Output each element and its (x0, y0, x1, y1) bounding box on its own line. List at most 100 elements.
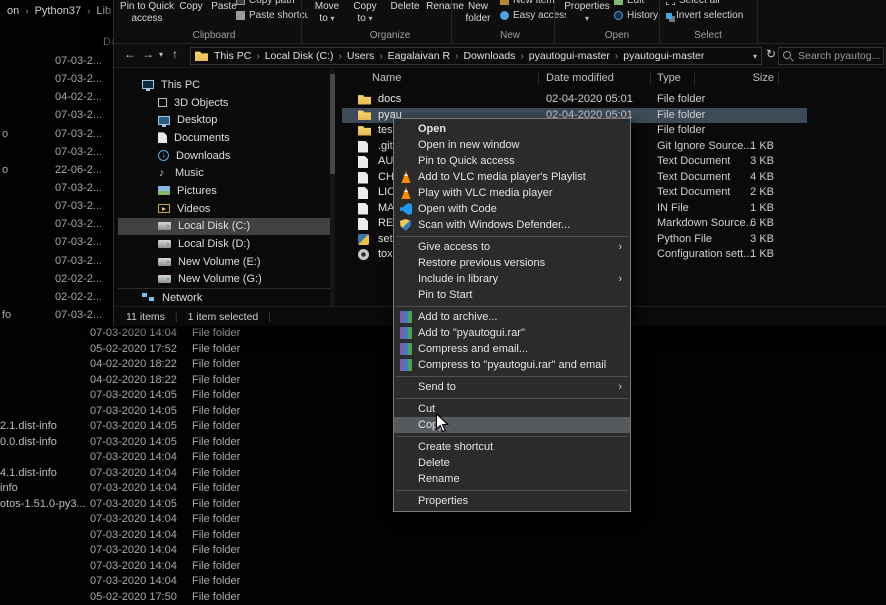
column-header-name[interactable]: Name (372, 72, 401, 84)
breadcrumb-item[interactable]: pyautogui-master (527, 50, 612, 62)
background-file-list-lower: 07-03-2020 14:04 File folder 05-02-2020 … (0, 326, 345, 605)
context-menu-item[interactable]: Send to › (394, 379, 630, 395)
column-header-type[interactable]: Type (657, 72, 681, 84)
recent-locations-button[interactable]: ▾ (159, 51, 163, 59)
folder-icon (358, 94, 371, 105)
nav-scrollbar-thumb[interactable] (330, 74, 335, 174)
context-menu-item[interactable]: Delete › (394, 455, 630, 471)
context-menu-item[interactable]: Compress to "pyautogui.rar" and email › (394, 357, 630, 373)
context-menu-item[interactable]: Create shortcut › (394, 439, 630, 455)
nav-item[interactable]: Music (118, 164, 330, 182)
history-button[interactable]: History (614, 10, 658, 21)
context-menu-item[interactable]: Pin to Start › (394, 287, 630, 303)
background-date: 02-02-2... (55, 273, 102, 285)
breadcrumb-item[interactable]: This PC (212, 50, 253, 62)
new-item-button[interactable]: New item (500, 0, 555, 6)
file-size: 1 KB (702, 140, 774, 152)
nav-scrollbar[interactable] (330, 70, 335, 306)
status-divider: | (268, 311, 271, 323)
delete-button[interactable]: Delete (388, 1, 422, 13)
nav-item[interactable]: 3D Objects (118, 94, 330, 112)
context-menu-item[interactable]: Restore previous versions › (394, 255, 630, 271)
nav-item[interactable]: Documents (118, 129, 330, 147)
desktop-icon (158, 116, 170, 125)
background-name-fragment: 2.1.dist-info (0, 420, 57, 432)
breadcrumb-item[interactable]: Local Disk (C:) (263, 50, 336, 62)
back-button[interactable]: ← (124, 48, 136, 60)
column-header-date-modified[interactable]: Date modified (546, 72, 614, 84)
nav-item-label: Network (162, 292, 202, 304)
context-menu-item[interactable]: Open in new window › (394, 137, 630, 153)
nav-item[interactable]: Local Disk (D:) (118, 235, 330, 253)
context-menu-item[interactable]: Scan with Windows Defender... › (394, 217, 630, 233)
copy-to-button[interactable]: Copy to ▾ (348, 1, 382, 24)
edit-button[interactable]: Edit (614, 0, 644, 6)
properties-button[interactable]: Properties ▾ (562, 1, 612, 24)
move-to-button[interactable]: Move to ▾ (310, 1, 344, 24)
nav-item[interactable]: Downloads (118, 147, 330, 165)
context-menu-item[interactable]: Add to VLC media player's Playlist › (394, 169, 630, 185)
nav-item[interactable]: Network (118, 288, 330, 306)
context-menu-item[interactable]: Open with Code › (394, 201, 630, 217)
search-box[interactable]: Search pyautog... (778, 47, 884, 65)
pc-icon (142, 80, 154, 89)
breadcrumb-item[interactable]: Downloads (461, 50, 517, 62)
nav-item[interactable]: New Volume (E:) (118, 253, 330, 271)
easy-access-button[interactable]: Easy access ▾ (500, 10, 566, 21)
forward-button[interactable]: → (142, 48, 154, 60)
paste-shortcut-button[interactable]: Paste shortcut (236, 10, 308, 21)
context-menu-item[interactable]: Properties › (394, 493, 630, 509)
background-row: 4.1.dist-info 07-03-2020 14:04 File fold… (0, 466, 345, 482)
breadcrumb[interactable]: This PC › Local Disk (C:) › Users › (190, 47, 762, 65)
file-name: docs (378, 93, 401, 105)
context-menu-item[interactable]: Compress and email... › (394, 341, 630, 357)
breadcrumb-item[interactable]: pyautogui-master (621, 50, 706, 62)
winrar-icon (400, 327, 412, 339)
new-folder-button[interactable]: New folder (458, 1, 498, 24)
context-menu-item[interactable]: Give access to › (394, 239, 630, 255)
background-date: 22-06-2... (55, 164, 102, 176)
background-breadcrumb-item: Python37 › (32, 5, 94, 17)
chevron-down-icon: ▾ (369, 14, 373, 23)
copy-path-button[interactable]: Copy path (236, 0, 295, 6)
context-menu-item[interactable]: Play with VLC media player › (394, 185, 630, 201)
breadcrumb-item[interactable]: Eagalaivan R (386, 50, 452, 62)
column-divider[interactable] (650, 72, 651, 85)
context-menu-item[interactable]: Pin to Quick access › (394, 153, 630, 169)
invert-selection-button[interactable]: Invert selection (666, 10, 743, 21)
column-header-size[interactable]: Size (702, 72, 774, 84)
background-date: 04-02-2020 18:22 (90, 358, 177, 370)
edit-icon (614, 0, 623, 5)
new-item-icon (500, 0, 509, 5)
file-type: File folder (657, 124, 705, 136)
column-divider[interactable] (538, 72, 539, 85)
nav-item[interactable]: Videos (118, 200, 330, 218)
nav-item[interactable]: This PC (118, 76, 330, 94)
pictures-icon (158, 186, 170, 195)
nav-item[interactable]: Local Disk (C:) (118, 218, 330, 236)
context-menu-item[interactable]: Add to "pyautogui.rar" › (394, 325, 630, 341)
refresh-button[interactable]: ↻ (766, 48, 776, 60)
context-menu-item[interactable]: Copy › (394, 417, 630, 433)
breadcrumb-item[interactable]: Users (345, 50, 376, 62)
column-divider[interactable] (778, 72, 779, 85)
nav-item[interactable]: New Volume (G:) (118, 271, 330, 289)
context-menu-item[interactable]: Open › (394, 121, 630, 137)
context-menu-item[interactable]: Rename › (394, 471, 630, 487)
background-date: 07-03-2... (55, 255, 102, 267)
address-dropdown-icon[interactable]: ▾ (749, 52, 757, 61)
select-all-button[interactable]: Select all (666, 0, 720, 6)
context-menu-item[interactable]: Cut › (394, 401, 630, 417)
up-button[interactable]: ↑ (172, 48, 178, 60)
background-date: 07-03-2... (55, 182, 102, 194)
winrar-icon (400, 311, 412, 323)
context-menu-item[interactable]: Include in library › (394, 271, 630, 287)
nav-item[interactable]: Desktop (118, 111, 330, 129)
nav-item[interactable]: Pictures (118, 182, 330, 200)
copy-button[interactable]: Copy (175, 1, 207, 13)
pin-to-quick-access-button[interactable]: Pin to Quick access (120, 1, 174, 24)
file-row[interactable]: docs 02-04-2020 05:01 File folder (342, 92, 807, 108)
context-menu-item[interactable]: Add to archive... › (394, 309, 630, 325)
file-size: 1 KB (702, 248, 774, 260)
column-divider[interactable] (694, 72, 695, 85)
